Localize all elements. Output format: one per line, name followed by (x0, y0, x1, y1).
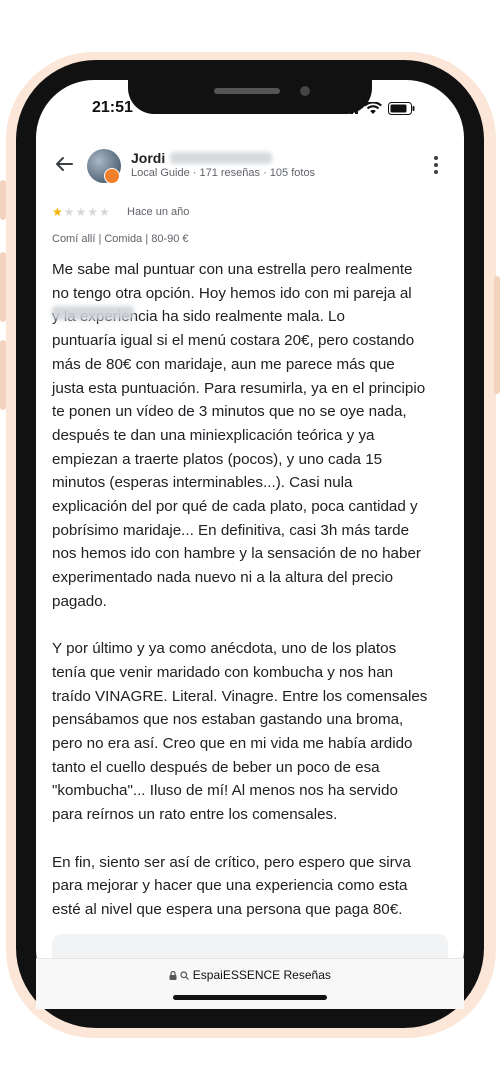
review-meta: Comí allí | Comida | 80-90 € (52, 233, 189, 245)
browser-bottom-bar (36, 958, 464, 1009)
more-vert-icon[interactable] (430, 154, 442, 176)
signal-icon (340, 102, 358, 114)
battery-icon (388, 101, 415, 115)
redacted-place-name (52, 306, 134, 320)
star-rating: ★ ★ ★ ★ ★ (52, 205, 110, 219)
volume-up-button (0, 252, 6, 322)
url-text: EspaiESSENCE Reseñas (192, 968, 331, 982)
star-icon-empty: ★ (75, 205, 87, 219)
volume-down-button (0, 340, 6, 410)
redacted-surname (170, 152, 272, 164)
star-icon-empty: ★ (63, 205, 75, 219)
notch (128, 78, 372, 114)
status-icons (340, 98, 416, 118)
camera (300, 86, 310, 96)
local-guide-badge-icon (104, 168, 120, 184)
home-indicator[interactable] (173, 995, 327, 1000)
volume-button (0, 180, 6, 220)
back-arrow-icon[interactable] (52, 152, 76, 176)
star-icon-filled: ★ (52, 205, 63, 219)
star-icon-empty: ★ (87, 205, 99, 219)
review-text: Me sabe mal puntuar con una estrella per… (52, 261, 428, 918)
url-bar[interactable]: EspaiESSENCE Reseñas (0, 968, 500, 982)
status-time: 21:51 (92, 99, 133, 116)
review-date: Hace un año (127, 206, 190, 218)
wifi-icon (364, 101, 382, 114)
star-icon-empty: ★ (99, 205, 110, 219)
reviewer-name[interactable]: Jordi (131, 150, 165, 166)
speaker (214, 88, 280, 94)
search-icon (180, 971, 190, 980)
power-button (494, 276, 500, 394)
lock-icon (169, 970, 177, 980)
reviewer-subtitle: Local Guide · 171 reseñas · 105 fotos (131, 167, 316, 179)
